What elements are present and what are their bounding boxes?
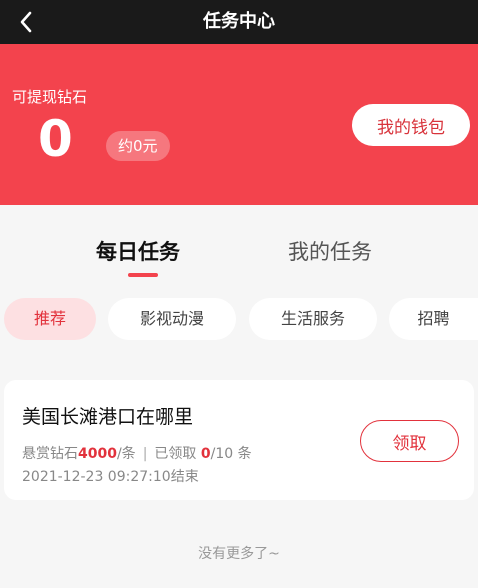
task-meta: 悬赏钻石4000/条 | 已领取 0/10 条 bbox=[22, 443, 252, 463]
balance-label: 可提现钻石 bbox=[12, 88, 88, 106]
balance-banner: 可提现钻石 0 约0元 我的钱包 bbox=[0, 44, 478, 205]
category-chip-jobs[interactable]: 招聘 bbox=[389, 298, 478, 340]
task-title: 美国长滩港口在哪里 bbox=[22, 406, 194, 428]
category-chip-film-animation[interactable]: 影视动漫 bbox=[108, 298, 236, 340]
claimed-total: /10 条 bbox=[210, 446, 252, 462]
claimed-label: 已领取 bbox=[154, 446, 197, 462]
my-wallet-button[interactable]: 我的钱包 bbox=[352, 104, 470, 146]
no-more-text: 没有更多了~ bbox=[198, 546, 280, 562]
tab-daily-tasks[interactable]: 每日任务 bbox=[96, 237, 180, 267]
reward-unit: /条 bbox=[116, 446, 136, 462]
task-card[interactable]: 美国长滩港口在哪里 悬赏钻石4000/条 | 已领取 0/10 条 2021-12-… bbox=[4, 380, 474, 500]
balance-amount: 0 bbox=[38, 110, 73, 168]
reward-label: 悬赏钻石 bbox=[22, 446, 78, 462]
category-chip-life-services[interactable]: 生活服务 bbox=[249, 298, 377, 340]
category-chip-recommended[interactable]: 推荐 bbox=[4, 298, 96, 340]
page-title: 任务中心 bbox=[203, 11, 275, 32]
task-content: 每日任务 我的任务 推荐 影视动漫 生活服务 招聘 美国长滩港口在哪里 悬赏钻石… bbox=[0, 205, 478, 588]
top-bar: 任务中心 bbox=[0, 0, 478, 44]
active-tab-indicator bbox=[128, 273, 158, 277]
claimed-value: 0 bbox=[200, 446, 211, 462]
reward-value: 4000 bbox=[78, 446, 117, 462]
balance-approx-badge: 约0元 bbox=[106, 131, 170, 161]
claim-task-button[interactable]: 领取 bbox=[360, 420, 459, 462]
task-deadline: 2021-12-23 09:27:10结束 bbox=[22, 469, 199, 485]
meta-separator: | bbox=[142, 446, 148, 462]
tab-my-tasks[interactable]: 我的任务 bbox=[288, 237, 372, 267]
